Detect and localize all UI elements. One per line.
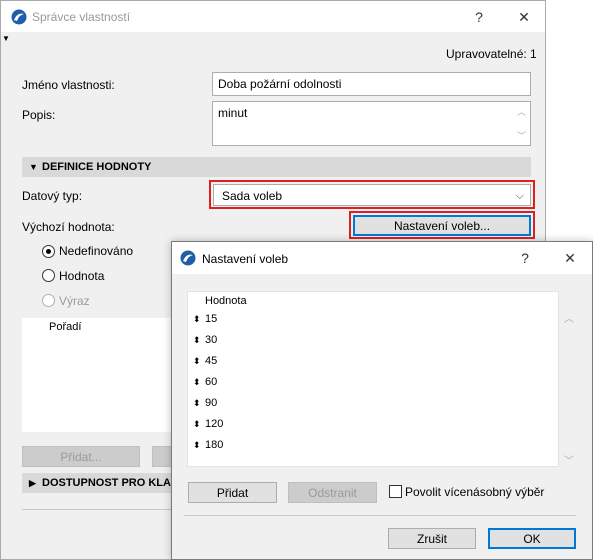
collapsed-triangle-icon: ▶ <box>29 478 36 488</box>
data-type-label: Datový typ: <box>22 189 83 203</box>
drag-handle-icon[interactable]: ⬍ <box>193 414 201 435</box>
list-item[interactable]: ⬍ 15 <box>188 309 558 330</box>
dialog-close-button[interactable]: ✕ <box>556 248 584 268</box>
allow-multiple-label: Povolit vícenásobný výběr <box>405 485 545 499</box>
order-header: Pořadí <box>49 321 82 333</box>
default-value-label: Výchozí hodnota: <box>22 220 115 234</box>
dialog-help-button[interactable]: ? <box>511 248 539 268</box>
radio-expression <box>42 294 55 307</box>
archicad-icon <box>180 250 196 266</box>
main-help-button[interactable]: ? <box>465 7 493 27</box>
description-field[interactable]: minut ︿ ﹀ <box>212 101 531 146</box>
description-text: minut <box>218 106 248 120</box>
scroll-up-icon[interactable]: ︿ <box>517 105 526 118</box>
radio-undefined-label: Nedefinováno <box>59 244 134 258</box>
options-settings-dialog: Nastavení voleb ? ✕ Hodnota ⬍ 15 ⬍ 30 ⬍ 45 ⬍ 60… <box>171 241 593 560</box>
main-titlebar: Správce vlastností ? ✕ <box>1 1 545 32</box>
divider <box>22 509 182 510</box>
section-availability-label: DOSTUPNOST PRO KLASI <box>42 477 182 489</box>
drag-handle-icon[interactable]: ⬍ <box>193 393 201 414</box>
dialog-divider <box>184 515 576 516</box>
ok-button[interactable]: OK <box>488 528 576 549</box>
list-header: Hodnota <box>205 295 247 307</box>
list-scroll-up-icon[interactable]: ︿ <box>564 310 574 325</box>
cancel-button[interactable]: Zrušit <box>388 528 476 549</box>
section-value-definition[interactable]: ▼ DEFINICE HODNOTY <box>22 157 531 177</box>
section-value-definition-label: DEFINICE HODNOTY <box>42 161 152 173</box>
drag-handle-icon[interactable]: ⬍ <box>193 330 201 351</box>
data-type-value: Sada voleb <box>222 189 283 203</box>
dialog-add-button[interactable]: Přidat <box>188 482 277 503</box>
allow-multiple-checkbox[interactable] <box>389 485 402 498</box>
radio-value[interactable] <box>42 269 55 282</box>
list-item[interactable]: ⬍ 60 <box>188 372 558 393</box>
list-item-value: 90 <box>205 397 218 409</box>
archicad-icon <box>11 9 27 25</box>
name-field[interactable]: Doba požární odolnosti <box>212 72 531 96</box>
scroll-down-icon[interactable]: ﹀ <box>517 129 526 142</box>
description-label: Popis: <box>22 108 56 122</box>
list-item[interactable]: ⬍ 120 <box>188 414 558 435</box>
editable-count: Upravovatelné: 1 <box>446 47 537 61</box>
dialog-title: Nastavení voleb <box>202 252 289 266</box>
list-item-value: 45 <box>205 355 218 367</box>
list-item[interactable]: ⬍ 180 <box>188 435 558 456</box>
list-item-value: 60 <box>205 376 218 388</box>
expanded-triangle-icon: ▼ <box>29 162 38 172</box>
list-item[interactable]: ⬍ 45 <box>188 351 558 372</box>
radio-undefined[interactable] <box>42 245 55 258</box>
main-window-title: Správce vlastností <box>32 10 131 24</box>
list-item[interactable]: ⬍ 90 <box>188 393 558 414</box>
drag-handle-icon[interactable]: ⬍ <box>193 372 201 393</box>
options-settings-button[interactable]: Nastavení voleb... <box>353 215 531 236</box>
list-item-value: 180 <box>205 439 224 451</box>
drag-handle-icon[interactable]: ⬍ <box>193 435 201 456</box>
list-scroll-down-icon[interactable]: ﹀ <box>564 452 574 467</box>
radio-expression-label: Výraz <box>59 294 90 308</box>
list-item[interactable]: ⬍ 30 <box>188 330 558 351</box>
drag-handle-icon[interactable]: ⬍ <box>193 351 201 372</box>
dialog-titlebar: Nastavení voleb ? ✕ <box>172 242 592 274</box>
section-availability[interactable]: ▶ DOSTUPNOST PRO KLASI <box>22 473 182 493</box>
chevron-down-icon: ⌵ <box>515 190 524 202</box>
list-item-value: 15 <box>205 313 218 325</box>
dialog-remove-button: Odstranit <box>288 482 377 503</box>
data-type-select[interactable]: Sada voleb ⌵ <box>213 184 531 206</box>
list-item-value: 120 <box>205 418 224 430</box>
drag-handle-icon[interactable]: ⬍ <box>193 309 201 330</box>
options-list[interactable]: Hodnota ⬍ 15 ⬍ 30 ⬍ 45 ⬍ 60 ⬍ 90 ⬍ 120 ⬍ 180 <box>187 291 559 467</box>
list-item-value: 30 <box>205 334 218 346</box>
order-list[interactable]: Pořadí <box>22 318 182 432</box>
radio-value-label: Hodnota <box>59 269 105 283</box>
collapse-arrow-icon[interactable]: ▼ <box>2 34 10 43</box>
add-button-main: Přidat... <box>22 446 140 467</box>
name-label: Jméno vlastnosti: <box>22 78 115 92</box>
main-close-button[interactable]: ✕ <box>510 7 538 27</box>
